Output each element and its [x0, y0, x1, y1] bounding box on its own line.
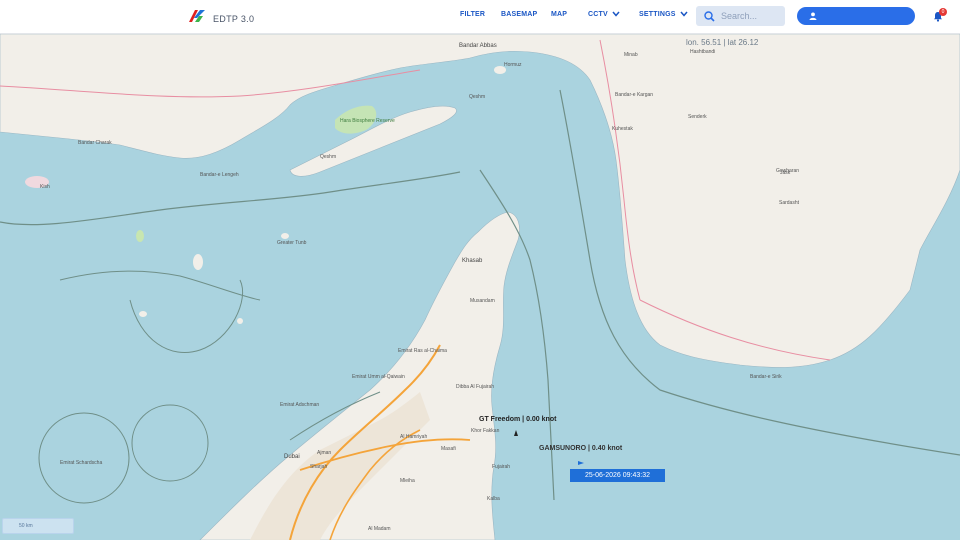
island-small-2 [193, 254, 203, 270]
greater-tunb-island [281, 233, 289, 239]
place-qeshm-2: Qeshm [320, 154, 337, 160]
place-minab: Minab [624, 52, 638, 58]
place-bandar-lengeh: Bandar-e Lengeh [200, 172, 239, 178]
place-gowharan: Gowharan [776, 168, 800, 174]
place-khasab: Khasab [462, 258, 483, 264]
place-emirat-uaq: Emirat Umm al-Qaiwain [352, 374, 405, 380]
nav-settings-label: SETTINGS [639, 11, 676, 18]
place-dibba: Dibba Al Fujairah [456, 384, 495, 390]
map-canvas[interactable]: Bandar Abbas Hormuz Qeshm Kish Bandar Ch… [0, 34, 960, 540]
nav-map[interactable]: MAP [551, 11, 567, 18]
ship-label-gt-freedom[interactable]: GT Freedom | 0.00 knot [479, 416, 556, 423]
search-icon [704, 10, 715, 22]
place-mleiha: Mleiha [400, 478, 415, 484]
place-kish: Kish [40, 184, 50, 190]
place-bandar-kargan: Bandar-e Kargan [615, 92, 654, 98]
nav-basemap[interactable]: BASEMAP [501, 11, 537, 18]
nav-cctv[interactable]: CCTV [588, 11, 620, 18]
place-emirat-rak: Emirat Ras al-Chaima [398, 348, 447, 354]
place-dubai: Dubai [284, 454, 300, 460]
island-small-4 [237, 318, 243, 324]
place-hara-reserve: Hara Biosphere Reserve [340, 118, 395, 124]
coordinate-readout: lon. 56.51 | lat 26.12 [686, 38, 759, 47]
ship-timestamp-box: 25-06-2026 09:43:32 [570, 469, 665, 482]
place-ajman: Ajman [317, 450, 332, 456]
place-emirat-sharjah: Emirat Schardscha [60, 460, 103, 466]
chevron-down-icon [680, 11, 688, 17]
basemap-svg [0, 34, 960, 540]
place-masafi: Masafi [441, 446, 456, 452]
place-bandar-sirik: Bandar-e Sirik [750, 374, 782, 380]
nav-settings[interactable]: SETTINGS [639, 11, 688, 18]
notification-badge: 0 [939, 8, 947, 16]
place-al-madam: Al Madam [368, 526, 391, 532]
app-title: EDTP 3.0 [213, 13, 255, 24]
brand[interactable]: EDTP 3.0 [187, 8, 254, 29]
search-box[interactable] [696, 6, 785, 26]
ship-label-gamsunoro[interactable]: GAMSUNORO | 0.40 knot [539, 445, 622, 452]
place-qeshm: Qeshm [469, 94, 486, 100]
top-navbar: EDTP 3.0 FILTER BASEMAP MAP CCTV SETTING… [0, 0, 960, 34]
place-fujairah: Fujairah [492, 464, 511, 470]
place-khor-fakkan: Khor Fakkan [471, 428, 500, 434]
island-small-1 [136, 230, 144, 242]
place-kuhestak: Kuhestak [612, 126, 633, 132]
place-al-hamriyah: Al Hamriyah [400, 434, 428, 440]
place-bandar-charak: Bandar Charak [78, 140, 112, 146]
place-kalba: Kalba [487, 496, 500, 502]
app-root: EDTP 3.0 FILTER BASEMAP MAP CCTV SETTING… [0, 0, 960, 540]
nav-cctv-label: CCTV [588, 11, 608, 18]
search-input[interactable] [721, 11, 781, 21]
place-hormuz: Hormuz [504, 62, 522, 68]
map-scale-bar: 50 km [2, 518, 74, 534]
place-senderk: Senderk [688, 114, 707, 120]
user-account-button[interactable] [797, 7, 915, 25]
place-musandam: Musandam [470, 298, 495, 304]
island-small-3 [139, 311, 147, 317]
place-emirat-ajman: Emirat Adschman [280, 402, 320, 408]
place-sharjah: Sharjah [310, 464, 328, 470]
nav-filter[interactable]: FILTER [460, 11, 485, 18]
chevron-down-icon [612, 11, 620, 17]
place-bandar-abbas: Bandar Abbas [459, 43, 497, 49]
pertamina-logo-icon [187, 8, 207, 29]
place-greater-tunb: Greater Tunb [277, 240, 307, 246]
place-sardasht: Sardasht [779, 200, 800, 206]
place-hashtbandi: Hashtbandi [690, 49, 716, 55]
user-icon [809, 12, 817, 20]
